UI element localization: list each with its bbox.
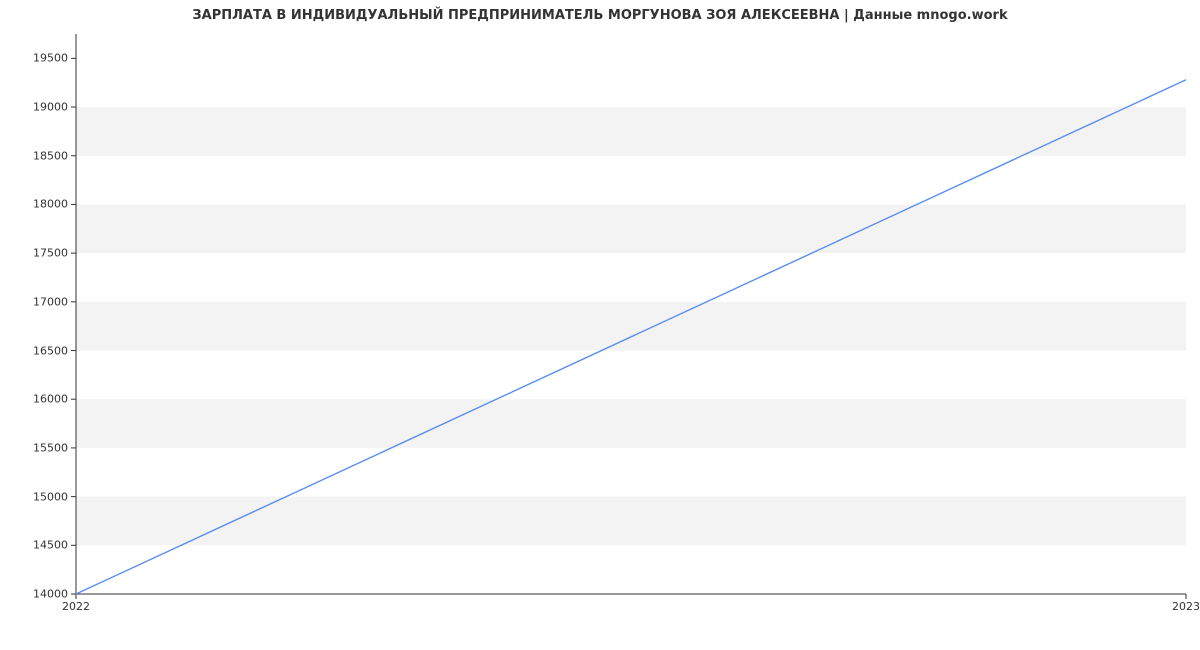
axis-tick-label: 19500: [33, 52, 68, 65]
axis-tick-label: 14500: [33, 539, 68, 552]
axis-tick-label: 2022: [62, 600, 90, 613]
line-chart: [76, 34, 1186, 594]
axis-tick-label: 18500: [33, 149, 68, 162]
axis-tick-label: 2023: [1172, 600, 1200, 613]
chart-title: ЗАРПЛАТА В ИНДИВИДУАЛЬНЫЙ ПРЕДПРИНИМАТЕЛ…: [0, 8, 1200, 23]
axis-tick-label: 15000: [33, 490, 68, 503]
axis-tick-label: 17000: [33, 295, 68, 308]
axis-tick-label: 16000: [33, 393, 68, 406]
axis-tick-label: 15500: [33, 441, 68, 454]
axis-tick-label: 19000: [33, 101, 68, 114]
axis-tick-label: 17500: [33, 247, 68, 260]
axis-tick-label: 14000: [33, 588, 68, 601]
axis-tick-label: 18000: [33, 198, 68, 211]
axis-tick-label: 16500: [33, 344, 68, 357]
chart-container: ЗАРПЛАТА В ИНДИВИДУАЛЬНЫЙ ПРЕДПРИНИМАТЕЛ…: [0, 0, 1200, 650]
plot-area: [76, 34, 1186, 594]
